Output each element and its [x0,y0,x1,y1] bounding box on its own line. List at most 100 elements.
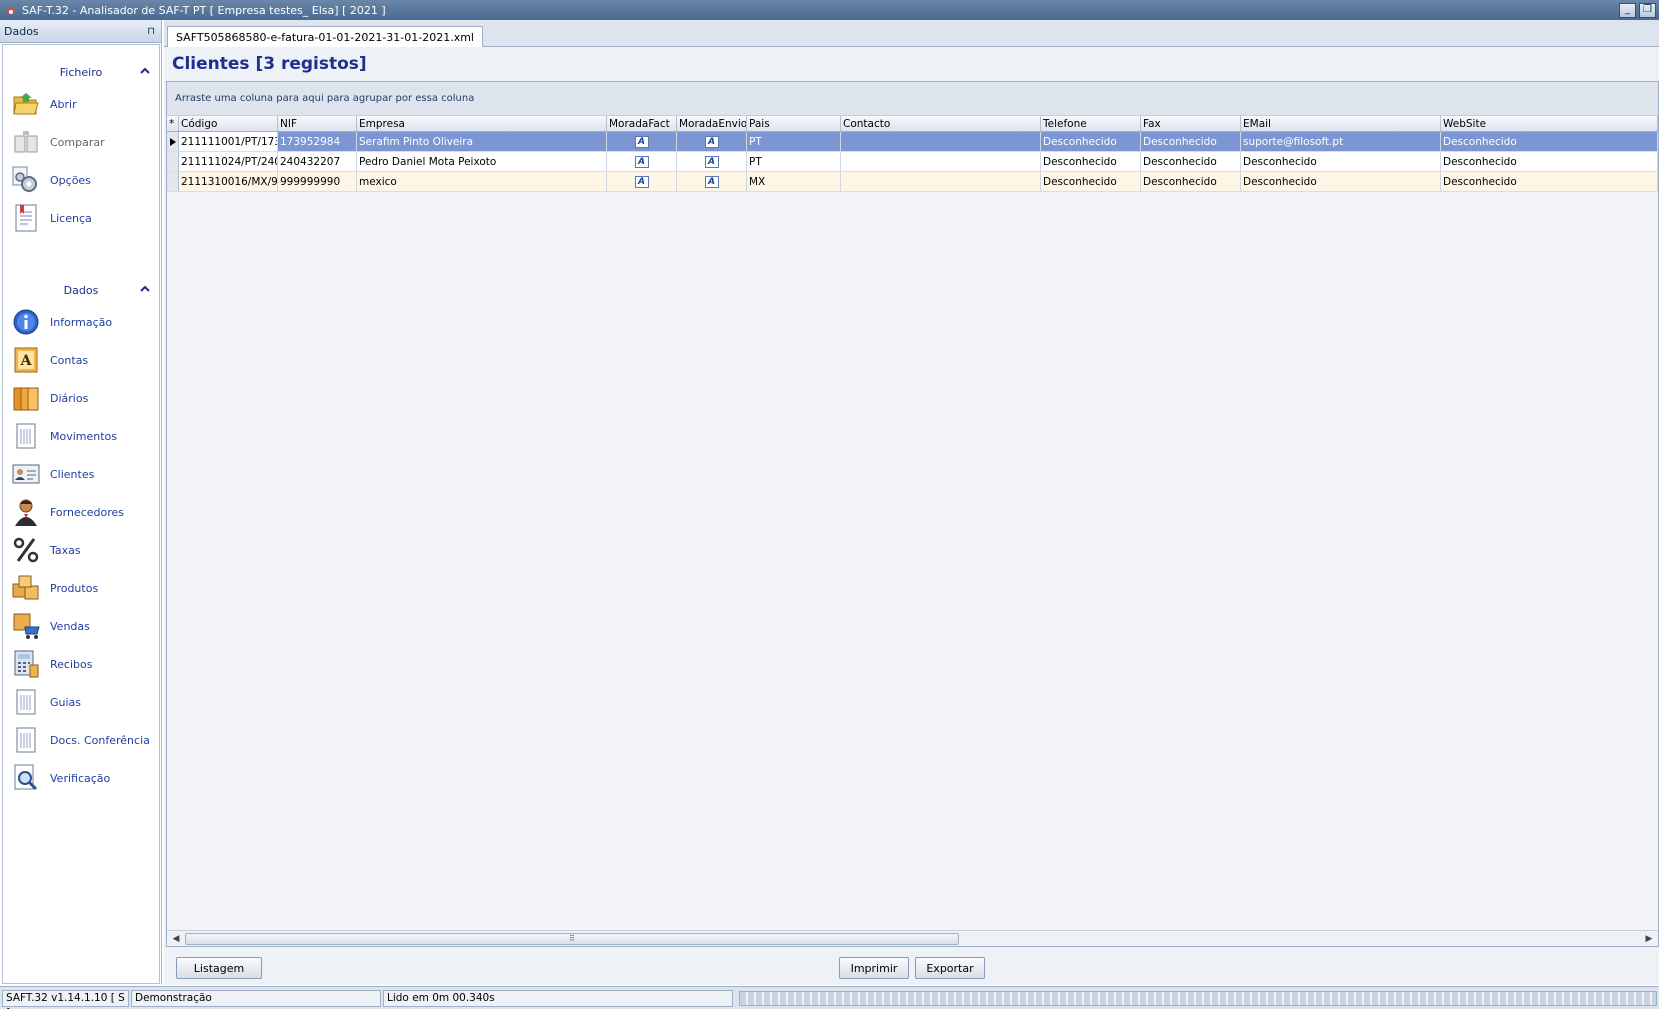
cell-moradafact[interactable]: A [607,152,677,171]
table-row[interactable]: 211111001/PT/173952984 173952984 Serafim… [167,132,1658,152]
cell-moradaenvio[interactable]: A [677,152,747,171]
address-icon[interactable]: A [704,136,719,148]
nav-item-label: Movimentos [50,429,118,443]
cell-telefone[interactable]: Desconhecido [1041,152,1141,171]
cart-icon [11,611,41,641]
cell-fax[interactable]: Desconhecido [1141,152,1241,171]
nav-item-label: Informação [50,315,113,329]
column-header-pais[interactable]: Pais [747,116,841,131]
column-header-moradaenvio[interactable]: MoradaEnvio [677,116,747,131]
cell-email[interactable]: suporte@filosoft.pt [1241,132,1441,151]
table-row[interactable]: 2111310016/MX/999999990 999999990 mexico… [167,172,1658,192]
nav-item-guias[interactable]: Guias [3,683,159,721]
column-header-contacto[interactable]: Contacto [841,116,1041,131]
nav-item-label: Fornecedores [50,505,125,519]
nav-item-contas[interactable]: A Contas [3,341,159,379]
table-row[interactable]: 211111024/PT/240432207 240432207 Pedro D… [167,152,1658,172]
cell-email[interactable]: Desconhecido [1241,152,1441,171]
column-header-email[interactable]: EMail [1241,116,1441,131]
address-icon[interactable]: A [634,156,649,168]
document-lines-icon [11,725,41,755]
cell-contacto[interactable] [841,172,1041,191]
address-icon[interactable]: A [634,176,649,188]
pin-icon[interactable]: ⊓ [147,26,155,37]
cell-codigo[interactable]: 211111001/PT/173952984 [179,132,278,151]
tab-saft-file[interactable]: SAFT505868580-e-fatura-01-01-2021-31-01-… [167,26,483,47]
cell-pais[interactable]: PT [747,132,841,151]
nav-item-diarios[interactable]: Diários [3,379,159,417]
scroll-right-icon[interactable]: ▶ [1642,932,1656,946]
nav-item-label: Contas [50,353,89,367]
cell-fax[interactable]: Desconhecido [1141,172,1241,191]
cell-moradafact[interactable]: A [607,132,677,151]
cell-pais[interactable]: PT [747,152,841,171]
cell-moradaenvio[interactable]: A [677,172,747,191]
nav-item-movimentos[interactable]: Movimentos [3,417,159,455]
cell-empresa[interactable]: Pedro Daniel Mota Peixoto [357,152,607,171]
nav-item-fornecedores[interactable]: Fornecedores [3,493,159,531]
cell-nif[interactable]: 173952984 [278,132,357,151]
exportar-button[interactable]: Exportar [915,957,985,979]
cell-codigo[interactable]: 2111310016/MX/999999990 [179,172,278,191]
minimize-button[interactable]: _ [1619,2,1636,18]
cell-website[interactable]: Desconhecido [1441,132,1658,151]
cell-telefone[interactable]: Desconhecido [1041,132,1141,151]
scroll-left-icon[interactable]: ◀ [169,932,183,946]
cell-moradafact[interactable]: A [607,172,677,191]
cell-codigo[interactable]: 211111024/PT/240432207 [179,152,278,171]
nav-item-docs-conferencia[interactable]: Docs. Conferência [3,721,159,759]
listagem-button[interactable]: Listagem [176,957,262,979]
restore-button[interactable]: ❐ [1639,2,1656,18]
group-by-panel[interactable]: Arraste uma coluna para aqui para agrupa… [167,82,1658,116]
document-lines-icon [11,687,41,717]
column-header-codigo[interactable]: Código [179,116,278,131]
grid-corner[interactable]: * [167,116,179,131]
nav-item-informacao[interactable]: Informação [3,303,159,341]
cell-empresa[interactable]: mexico [357,172,607,191]
cell-contacto[interactable] [841,152,1041,171]
cell-pais[interactable]: MX [747,172,841,191]
cell-nif[interactable]: 240432207 [278,152,357,171]
column-header-fax[interactable]: Fax [1141,116,1241,131]
cell-nif[interactable]: 999999990 [278,172,357,191]
cell-email[interactable]: Desconhecido [1241,172,1441,191]
section-header-ficheiro[interactable]: Ficheiro [3,59,159,85]
cell-moradaenvio[interactable]: A [677,132,747,151]
cell-telefone[interactable]: Desconhecido [1041,172,1141,191]
nav-item-licenca[interactable]: Licença [3,199,159,237]
nav-item-taxas[interactable]: Taxas [3,531,159,569]
nav-item-vendas[interactable]: Vendas [3,607,159,645]
column-header-moradafact[interactable]: MoradaFact [607,116,677,131]
cell-website[interactable]: Desconhecido [1441,172,1658,191]
row-indicator-icon[interactable] [167,132,179,151]
nav-item-abrir[interactable]: Abrir [3,85,159,123]
address-icon[interactable]: A [634,136,649,148]
cell-website[interactable]: Desconhecido [1441,152,1658,171]
chevron-up-icon[interactable] [139,283,151,295]
address-icon[interactable]: A [704,176,719,188]
nav-item-comparar[interactable]: Comparar [3,123,159,161]
imprimir-button[interactable]: Imprimir [839,957,909,979]
nav-item-clientes[interactable]: Clientes [3,455,159,493]
nav-item-produtos[interactable]: Produtos [3,569,159,607]
section-header-dados[interactable]: Dados [3,277,159,303]
chevron-up-icon[interactable] [139,65,151,77]
nav-item-opcoes[interactable]: Opções [3,161,159,199]
column-header-empresa[interactable]: Empresa [357,116,607,131]
cell-contacto[interactable] [841,132,1041,151]
address-icon[interactable]: A [704,156,719,168]
left-panel-title: Dados [4,24,39,38]
column-header-website[interactable]: WebSite [1441,116,1658,131]
nav-item-recibos[interactable]: Recibos [3,645,159,683]
row-indicator[interactable] [167,152,179,171]
cell-fax[interactable]: Desconhecido [1141,132,1241,151]
nav-item-verificacao[interactable]: Verificação [3,759,159,797]
horizontal-scrollbar[interactable]: ◀ ⠿ ▶ [167,930,1658,946]
scrollbar-thumb[interactable]: ⠿ [185,933,959,945]
left-panel-header: Dados ⊓ [0,20,161,43]
cell-empresa[interactable]: Serafim Pinto Oliveira [357,132,607,151]
column-header-telefone[interactable]: Telefone [1041,116,1141,131]
column-header-nif[interactable]: NIF [278,116,357,131]
svg-text:A: A [20,353,33,369]
row-indicator[interactable] [167,172,179,191]
